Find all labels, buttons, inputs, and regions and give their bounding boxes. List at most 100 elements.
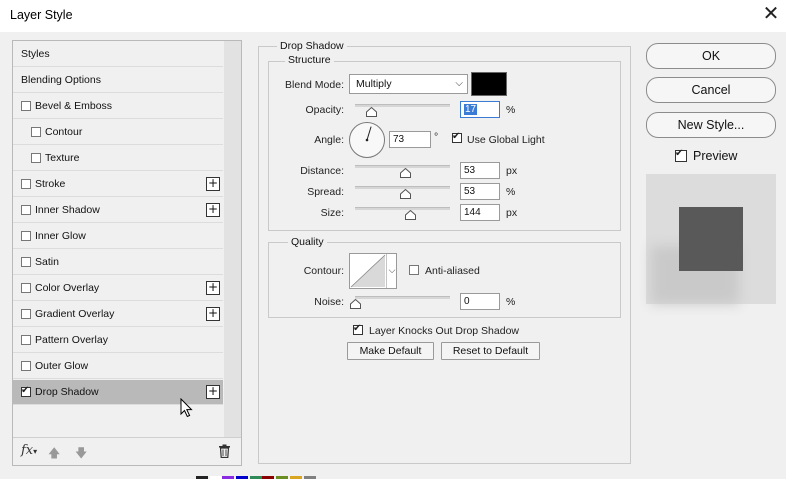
styles-list-item[interactable]: Bevel & Emboss xyxy=(13,94,223,119)
styles-list-item[interactable]: Pattern Overlay xyxy=(13,328,223,353)
styles-list-item-label: Texture xyxy=(45,152,80,164)
opacity-unit: % xyxy=(506,104,516,116)
styles-list-item-label: Pattern Overlay xyxy=(35,334,108,346)
styles-list-item[interactable]: Styles xyxy=(13,42,223,67)
styles-list-item-label: Bevel & Emboss xyxy=(35,100,113,112)
preview-checkbox[interactable] xyxy=(675,148,687,162)
quality-group-title: Quality xyxy=(288,236,327,248)
use-global-light-label: Use Global Light xyxy=(467,134,545,146)
add-style-icon[interactable]: + xyxy=(206,203,220,217)
size-label: Size: xyxy=(320,207,344,219)
add-style-icon[interactable]: + xyxy=(206,385,220,399)
angle-label: Angle: xyxy=(314,134,344,146)
move-up-icon[interactable]: 🡅 xyxy=(48,444,60,465)
style-checkbox[interactable] xyxy=(21,205,31,215)
distance-label: Distance: xyxy=(300,165,344,177)
reset-to-default-button[interactable]: Reset to Default xyxy=(441,342,540,360)
distance-slider-thumb[interactable] xyxy=(399,168,411,178)
use-global-light-checkbox[interactable] xyxy=(452,131,463,144)
styles-list-item[interactable]: Satin xyxy=(13,250,223,275)
style-checkbox[interactable] xyxy=(31,153,41,163)
trash-icon[interactable] xyxy=(218,444,231,458)
spread-slider-thumb[interactable] xyxy=(399,189,411,199)
style-checkbox[interactable] xyxy=(21,257,31,267)
close-icon[interactable]: ✕ xyxy=(760,3,782,25)
size-slider-track[interactable] xyxy=(355,207,450,210)
knockout-checkbox[interactable] xyxy=(353,323,364,336)
styles-list-item[interactable]: Inner Glow xyxy=(13,224,223,249)
styles-list-item-label: Contour xyxy=(45,126,83,138)
style-checkbox[interactable] xyxy=(21,361,31,371)
styles-list-item[interactable]: Stroke + xyxy=(13,172,223,197)
preview-label: Preview xyxy=(693,149,738,163)
structure-group-title: Structure xyxy=(285,54,334,66)
make-default-button[interactable]: Make Default xyxy=(347,342,434,360)
size-input[interactable]: 144 xyxy=(460,204,500,221)
blend-mode-value: Multiply xyxy=(356,78,392,90)
noise-label: Noise: xyxy=(314,296,344,308)
add-style-icon[interactable]: + xyxy=(206,281,220,295)
styles-list-item-label: Drop Shadow xyxy=(35,386,99,398)
style-checkbox[interactable] xyxy=(31,127,41,137)
noise-slider-thumb[interactable] xyxy=(349,299,361,309)
opacity-slider-thumb[interactable] xyxy=(365,107,377,117)
use-global-light-checkbox-box xyxy=(452,131,462,143)
anti-aliased-checkbox[interactable] xyxy=(409,265,420,276)
size-slider-thumb[interactable] xyxy=(404,210,416,220)
preview-checkbox-box xyxy=(675,148,687,162)
blend-mode-label: Blend Mode: xyxy=(285,79,344,91)
blend-mode-dropdown[interactable]: Multiply ⌵ xyxy=(349,74,468,94)
move-down-icon[interactable]: 🡇 xyxy=(75,444,87,465)
cancel-button[interactable]: Cancel xyxy=(646,77,776,103)
distance-input[interactable]: 53 xyxy=(460,162,500,179)
bottom-edge xyxy=(0,472,786,479)
ok-button[interactable]: OK xyxy=(646,43,776,69)
chevron-down-icon: ⌵ xyxy=(455,78,463,89)
window-title: Layer Style xyxy=(10,8,73,22)
styles-list-item-label: Inner Glow xyxy=(35,230,86,242)
new-style-button[interactable]: New Style... xyxy=(646,112,776,138)
add-style-icon[interactable]: + xyxy=(206,177,220,191)
anti-aliased-label: Anti-aliased xyxy=(425,265,480,277)
anti-aliased-checkbox-box xyxy=(409,265,419,275)
contour-chevron-down-icon[interactable]: ⌵ xyxy=(386,254,397,288)
noise-input[interactable]: 0 xyxy=(460,293,500,310)
style-checkbox[interactable] xyxy=(21,283,31,293)
style-checkbox[interactable] xyxy=(21,309,31,319)
style-checkbox[interactable] xyxy=(21,231,31,241)
mouse-cursor-icon xyxy=(180,398,193,418)
opacity-value: 17 xyxy=(464,104,478,115)
styles-list-item-label: Gradient Overlay xyxy=(35,308,115,320)
styles-list-item-label: Satin xyxy=(35,256,59,268)
styles-list-item-label: Inner Shadow xyxy=(35,204,100,216)
style-checkbox[interactable] xyxy=(21,335,31,345)
styles-list-item[interactable]: Gradient Overlay + xyxy=(13,302,223,327)
fx-icon[interactable]: fx▾ xyxy=(21,443,37,458)
opacity-input[interactable]: 17 xyxy=(460,101,500,118)
shadow-color-swatch[interactable] xyxy=(471,72,507,96)
styles-list-item[interactable]: Inner Shadow + xyxy=(13,198,223,223)
panel-divider xyxy=(13,437,241,438)
styles-list-item-label: Styles xyxy=(21,48,50,60)
style-checkbox[interactable] xyxy=(21,385,31,397)
angle-unit: ° xyxy=(434,131,439,143)
noise-slider-track[interactable] xyxy=(355,296,450,299)
styles-list-item[interactable]: Color Overlay + xyxy=(13,276,223,301)
add-style-icon[interactable]: + xyxy=(206,307,220,321)
style-checkbox[interactable] xyxy=(21,179,31,189)
styles-list-item[interactable]: Blending Options xyxy=(13,68,223,93)
angle-input[interactable]: 73 xyxy=(389,131,431,148)
styles-list-scrollbar[interactable] xyxy=(224,41,241,437)
spread-input[interactable]: 53 xyxy=(460,183,500,200)
contour-picker[interactable]: ⌵ xyxy=(349,253,397,289)
style-checkbox[interactable] xyxy=(21,101,31,111)
contour-label: Contour: xyxy=(303,265,344,277)
knockout-checkbox-box xyxy=(353,323,363,335)
styles-list-item[interactable]: Texture xyxy=(13,146,223,171)
contour-linear-icon xyxy=(350,254,386,288)
styles-list-item[interactable]: Contour xyxy=(13,120,223,145)
preview-thumbnail xyxy=(646,174,776,304)
angle-dial[interactable] xyxy=(348,121,386,159)
styles-list-item-label: Stroke xyxy=(35,178,66,190)
styles-list-item[interactable]: Outer Glow xyxy=(13,354,223,379)
